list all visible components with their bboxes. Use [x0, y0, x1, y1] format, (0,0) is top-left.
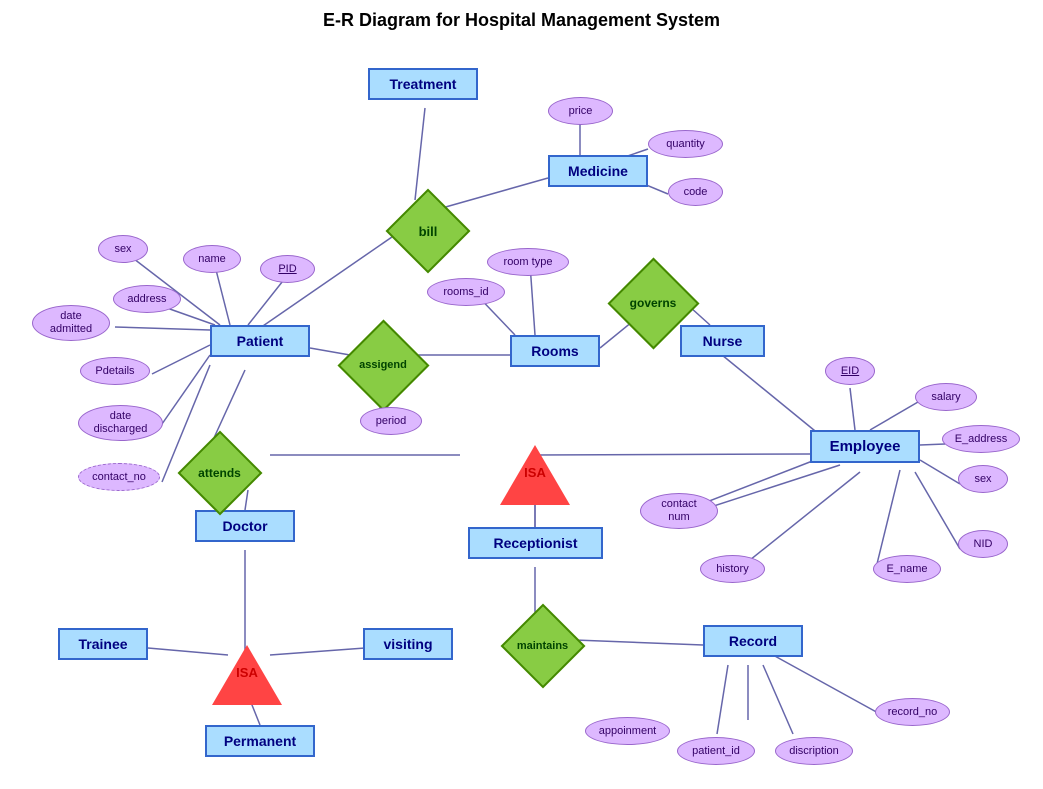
attr-contact-num: contact num — [640, 493, 718, 529]
attr-price: price — [548, 97, 613, 125]
entity-doctor: Doctor — [195, 510, 295, 542]
entity-receptionist: Receptionist — [468, 527, 603, 559]
diagram-title: E-R Diagram for Hospital Management Syst… — [0, 0, 1043, 31]
attr-name: name — [183, 245, 241, 273]
attr-e-name: E_name — [873, 555, 941, 583]
entity-visiting: visiting — [363, 628, 453, 660]
entity-treatment: Treatment — [368, 68, 478, 100]
relationship-bill: bill — [393, 196, 463, 266]
entity-rooms: Rooms — [510, 335, 600, 367]
attr-code: code — [668, 178, 723, 206]
attr-period: period — [360, 407, 422, 435]
attr-eid: EID — [825, 357, 875, 385]
attr-pdetails: Pdetails — [80, 357, 150, 385]
entity-permanent: Permanent — [205, 725, 315, 757]
attr-sex2: sex — [958, 465, 1008, 493]
diagram-container: E-R Diagram for Hospital Management Syst… — [0, 0, 1043, 789]
entity-nurse: Nurse — [680, 325, 765, 357]
relationship-governs: governs — [618, 268, 688, 338]
isa-doctor-label: ISA — [236, 665, 258, 680]
relationship-maintains: maintains — [510, 613, 575, 678]
attr-contact-no: contact_no — [78, 463, 160, 491]
attr-quantity: quantity — [648, 130, 723, 158]
attr-address: address — [113, 285, 181, 313]
relationship-assigend-label: assigend — [359, 359, 407, 371]
relationship-bill-label: bill — [419, 224, 438, 239]
attr-discription: discription — [775, 737, 853, 765]
relationship-attends-label: attends — [198, 466, 241, 480]
isa-doctor: ISA — [212, 645, 282, 705]
isa-employee-label: ISA — [524, 465, 546, 480]
attr-history: history — [700, 555, 765, 583]
relationship-assigend: assigend — [348, 330, 418, 400]
attr-date-discharged: date discharged — [78, 405, 163, 441]
attr-e-address: E_address — [942, 425, 1020, 453]
relationship-maintains-label: maintains — [517, 640, 568, 652]
entity-trainee: Trainee — [58, 628, 148, 660]
attr-sex: sex — [98, 235, 148, 263]
attr-appoinment: appoinment — [585, 717, 670, 745]
attr-salary: salary — [915, 383, 977, 411]
attr-room-type: room type — [487, 248, 569, 276]
entity-employee: Employee — [810, 430, 920, 463]
attr-pid: PID — [260, 255, 315, 283]
attr-nid: NID — [958, 530, 1008, 558]
isa-employee: ISA — [500, 445, 570, 505]
entity-record: Record — [703, 625, 803, 657]
attr-patient-id: patient_id — [677, 737, 755, 765]
attr-rooms-id: rooms_id — [427, 278, 505, 306]
entity-medicine: Medicine — [548, 155, 648, 187]
entity-patient: Patient — [210, 325, 310, 357]
relationship-governs-label: governs — [630, 296, 677, 310]
attr-record-no: record_no — [875, 698, 950, 726]
relationship-attends: attends — [187, 440, 252, 505]
attr-date-admitted: date admitted — [32, 305, 110, 341]
